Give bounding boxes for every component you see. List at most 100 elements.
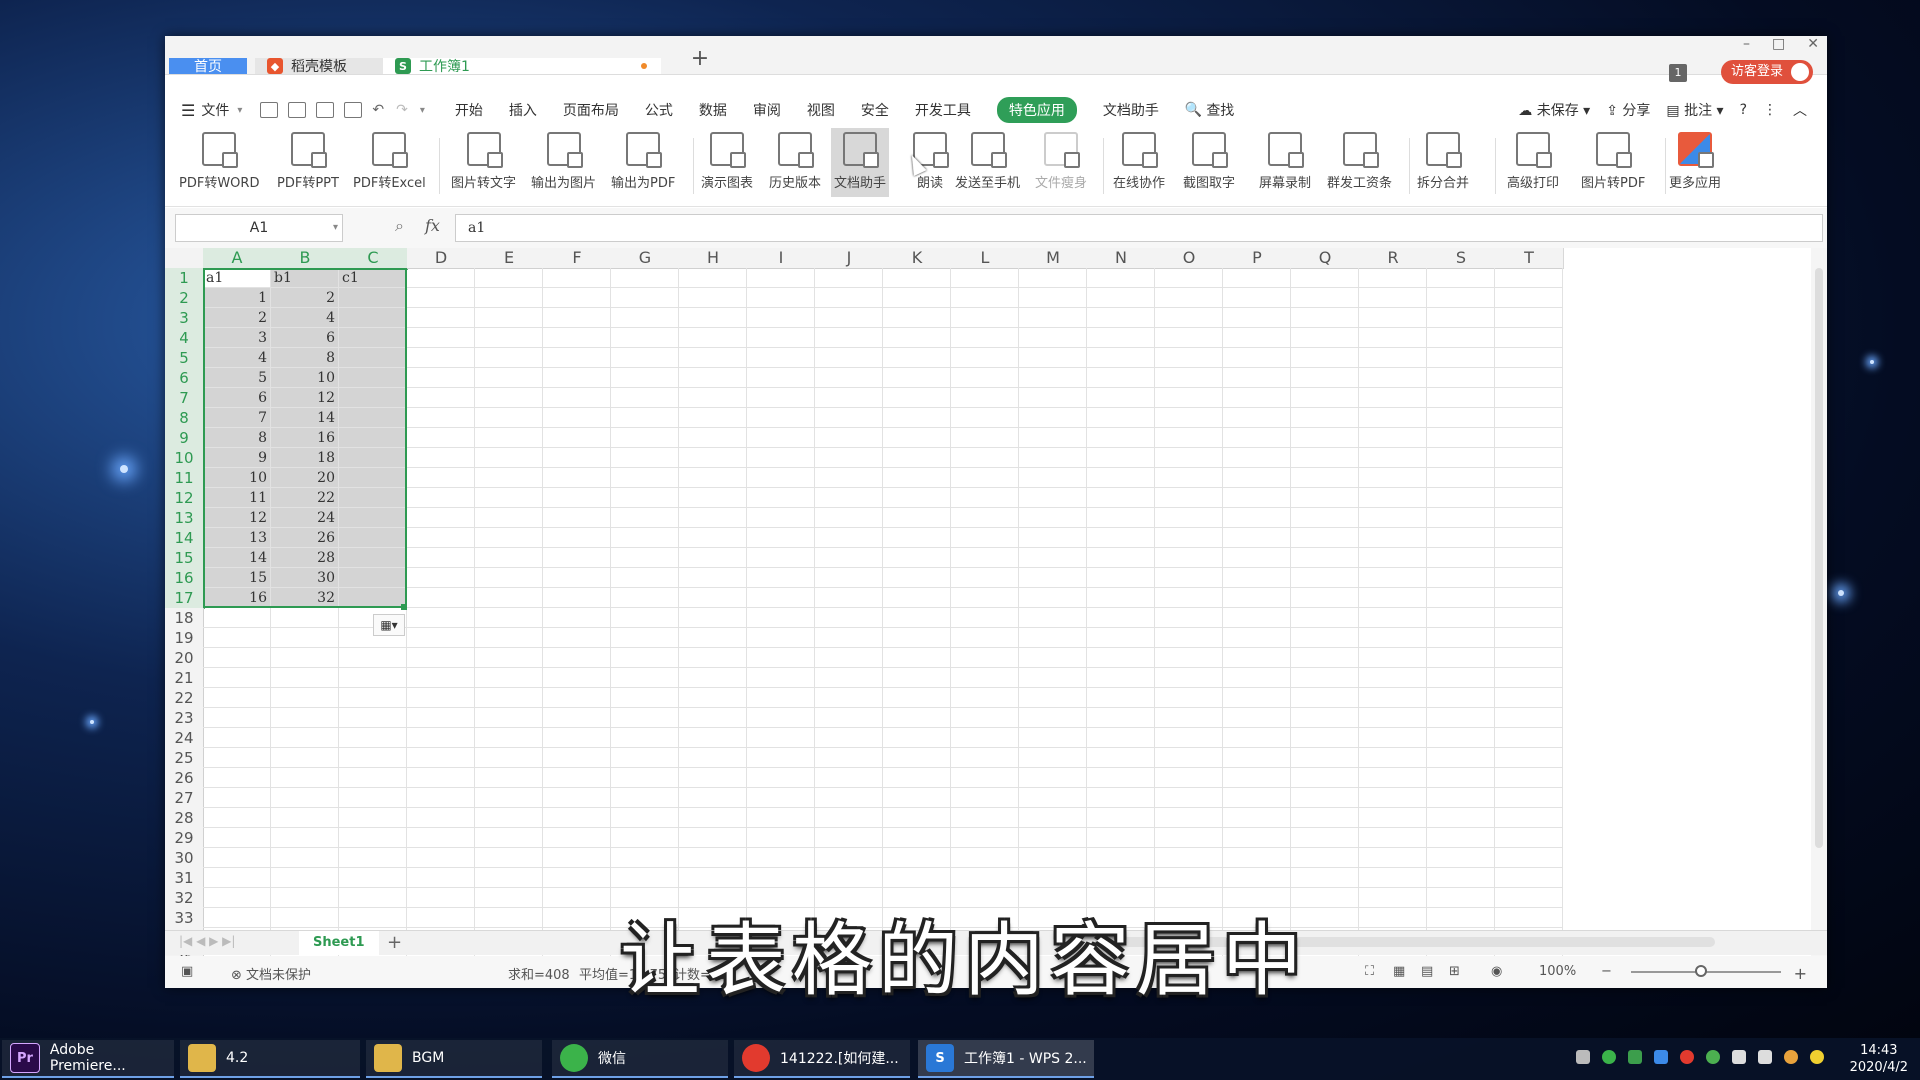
cell-G30[interactable] [611, 848, 679, 868]
cell-N17[interactable] [1087, 588, 1155, 608]
cell-I15[interactable] [747, 548, 815, 568]
share-button[interactable]: ⇪ 分享 [1606, 100, 1650, 120]
cell-G26[interactable] [611, 768, 679, 788]
cell-S20[interactable] [1427, 648, 1495, 668]
cell-E32[interactable] [475, 888, 543, 908]
cell-C10[interactable] [339, 448, 407, 468]
more-icon[interactable]: ⋮ [1763, 102, 1777, 118]
cell-R2[interactable] [1359, 288, 1427, 308]
cell-S13[interactable] [1427, 508, 1495, 528]
cell-G24[interactable] [611, 728, 679, 748]
column-header[interactable]: B [271, 248, 340, 270]
cell-G20[interactable] [611, 648, 679, 668]
cell-M18[interactable] [1019, 608, 1087, 628]
cell-K3[interactable] [883, 308, 951, 328]
column-header[interactable]: P [1223, 248, 1292, 269]
cell-K23[interactable] [883, 708, 951, 728]
cell-D18[interactable] [407, 608, 475, 628]
cell-N2[interactable] [1087, 288, 1155, 308]
cell-B29[interactable] [271, 828, 339, 848]
cell-F28[interactable] [543, 808, 611, 828]
cell-F17[interactable] [543, 588, 611, 608]
cell-T15[interactable] [1495, 548, 1563, 568]
maximize-icon[interactable]: □ [1772, 36, 1785, 52]
cell-Q23[interactable] [1291, 708, 1359, 728]
chart-tray-icon[interactable] [1628, 1050, 1642, 1064]
cell-Q19[interactable] [1291, 628, 1359, 648]
export-image-button[interactable]: 输出为图片 [531, 132, 596, 191]
cell-I25[interactable] [747, 748, 815, 768]
cell-H5[interactable] [679, 348, 747, 368]
cell-G28[interactable] [611, 808, 679, 828]
cell-N24[interactable] [1087, 728, 1155, 748]
cell-R26[interactable] [1359, 768, 1427, 788]
cell-A8[interactable]: 7 [203, 408, 271, 428]
cell-D14[interactable] [407, 528, 475, 548]
cell-C8[interactable] [339, 408, 407, 428]
cell-L13[interactable] [951, 508, 1019, 528]
cell-B30[interactable] [271, 848, 339, 868]
tab-template[interactable]: ◆ 稻壳模板 [255, 58, 389, 75]
print-icon[interactable] [316, 102, 335, 118]
demo-chart-button[interactable]: 演示图表 [701, 132, 753, 191]
row-header[interactable]: 20 [165, 648, 204, 669]
cell-H27[interactable] [679, 788, 747, 808]
cell-M2[interactable] [1019, 288, 1087, 308]
cell-A29[interactable] [203, 828, 271, 848]
zoom-level[interactable]: 100% [1539, 964, 1576, 979]
cell-E13[interactable] [475, 508, 543, 528]
screen-record-button[interactable]: 屏幕录制 [1259, 132, 1311, 191]
row-header[interactable]: 6 [165, 368, 205, 389]
row-header[interactable]: 14 [165, 528, 205, 549]
cell-Q24[interactable] [1291, 728, 1359, 748]
ime-icon[interactable] [1810, 1050, 1824, 1064]
cell-R18[interactable] [1359, 608, 1427, 628]
cell-P10[interactable] [1223, 448, 1291, 468]
cell-I7[interactable] [747, 388, 815, 408]
row-header[interactable]: 27 [165, 788, 204, 809]
cell-R11[interactable] [1359, 468, 1427, 488]
cell-I3[interactable] [747, 308, 815, 328]
cell-D17[interactable] [407, 588, 475, 608]
cell-F23[interactable] [543, 708, 611, 728]
zoom-in-icon[interactable]: + [1794, 964, 1807, 983]
cell-S5[interactable] [1427, 348, 1495, 368]
cell-A13[interactable]: 12 [203, 508, 271, 528]
cell-E1[interactable] [475, 268, 543, 288]
undo-icon[interactable]: ↶ [372, 102, 384, 118]
cell-H22[interactable] [679, 688, 747, 708]
cell-D31[interactable] [407, 868, 475, 888]
cell-M14[interactable] [1019, 528, 1087, 548]
cell-D23[interactable] [407, 708, 475, 728]
cell-A2[interactable]: 1 [203, 288, 271, 308]
cell-O12[interactable] [1155, 488, 1223, 508]
cell-L29[interactable] [951, 828, 1019, 848]
cell-H24[interactable] [679, 728, 747, 748]
cell-S21[interactable] [1427, 668, 1495, 688]
cell-B5[interactable]: 8 [271, 348, 339, 368]
cell-H1[interactable] [679, 268, 747, 288]
cell-G1[interactable] [611, 268, 679, 288]
cell-T31[interactable] [1495, 868, 1563, 888]
cell-N30[interactable] [1087, 848, 1155, 868]
cell-S33[interactable] [1427, 908, 1495, 928]
cell-R25[interactable] [1359, 748, 1427, 768]
cell-I4[interactable] [747, 328, 815, 348]
cell-A21[interactable] [203, 668, 271, 688]
cell-H4[interactable] [679, 328, 747, 348]
column-header[interactable]: E [475, 248, 544, 269]
cell-R30[interactable] [1359, 848, 1427, 868]
cell-H13[interactable] [679, 508, 747, 528]
row-header[interactable]: 10 [165, 448, 205, 469]
cell-H12[interactable] [679, 488, 747, 508]
cell-R9[interactable] [1359, 428, 1427, 448]
redo-icon[interactable]: ↷ [396, 102, 408, 118]
cell-S19[interactable] [1427, 628, 1495, 648]
cell-H3[interactable] [679, 308, 747, 328]
cell-J3[interactable] [815, 308, 883, 328]
cell-S8[interactable] [1427, 408, 1495, 428]
cell-T22[interactable] [1495, 688, 1563, 708]
cell-K9[interactable] [883, 428, 951, 448]
menu-doc-assistant[interactable]: 文档助手 [1103, 100, 1159, 120]
cell-K12[interactable] [883, 488, 951, 508]
